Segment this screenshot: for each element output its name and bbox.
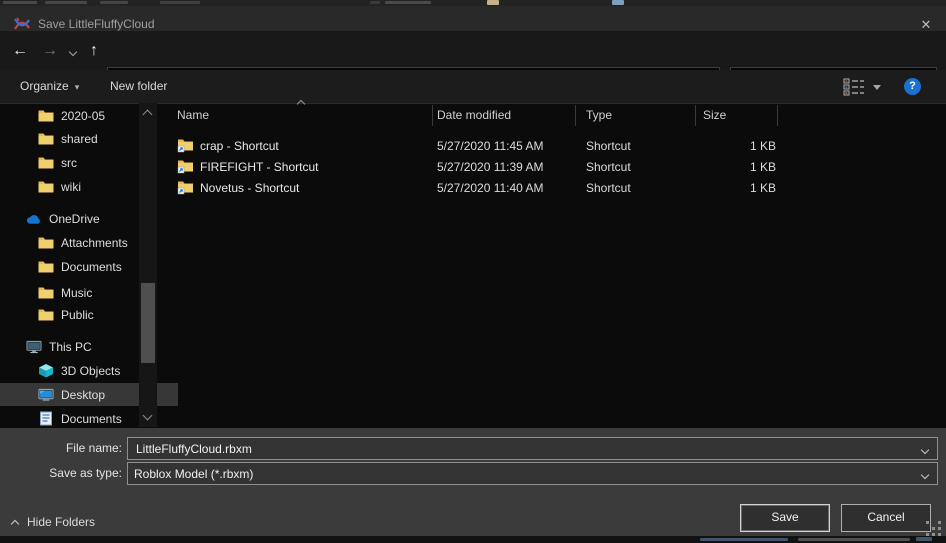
folder-icon xyxy=(38,285,54,301)
background-window-bottom-sliver xyxy=(0,536,946,543)
file-list-header: Name Date modified Type Size xyxy=(160,103,946,128)
file-row[interactable]: FIREFIGHT - Shortcut 5/27/2020 11:39 AM Sh… xyxy=(160,156,946,177)
file-size-cell: 1 KB xyxy=(702,160,776,174)
file-name-cell: crap - Shortcut xyxy=(200,139,279,153)
column-header-date-modified[interactable]: Date modified xyxy=(437,103,511,128)
file-name-input[interactable] xyxy=(134,441,913,457)
file-date-cell: 5/27/2020 11:39 AM xyxy=(437,160,544,174)
sidebar-item-label: wiki xyxy=(61,180,81,194)
column-header-name[interactable]: Name xyxy=(177,103,209,128)
sidebar-item-label: 3D Objects xyxy=(61,364,120,378)
sidebar-item-label: 2020-05 xyxy=(61,109,105,123)
3d-objects-icon xyxy=(38,363,54,379)
hide-folders-button[interactable]: Hide Folders xyxy=(12,511,95,533)
file-type-cell: Shortcut xyxy=(586,181,631,195)
new-folder-button[interactable]: New folder xyxy=(110,70,167,102)
shortcut-folder-icon xyxy=(177,159,194,174)
sidebar-item-label: Documents xyxy=(61,260,122,274)
up-icon[interactable]: ↑ xyxy=(82,31,106,70)
folder-icon xyxy=(38,131,54,147)
sidebar-item-label: shared xyxy=(61,132,98,146)
file-date-cell: 5/27/2020 11:40 AM xyxy=(437,181,544,195)
file-name-cell: FIREFIGHT - Shortcut xyxy=(200,160,318,174)
scroll-up-icon[interactable] xyxy=(143,110,153,120)
sidebar-item-label: Music xyxy=(61,286,92,300)
file-name-combobox[interactable] xyxy=(127,437,938,460)
folder-icon xyxy=(38,108,54,124)
cancel-button[interactable]: Cancel xyxy=(841,504,931,532)
save-as-type-value: Roblox Model (*.rbxm) xyxy=(134,467,913,481)
help-button[interactable]: ? xyxy=(904,78,921,95)
chevron-down-icon[interactable] xyxy=(913,440,937,458)
folder-icon xyxy=(38,235,54,251)
documents-icon xyxy=(38,411,54,427)
column-header-size[interactable]: Size xyxy=(703,103,726,128)
chevron-up-icon xyxy=(11,519,19,527)
file-size-cell: 1 KB xyxy=(702,139,776,153)
folder-icon xyxy=(38,179,54,195)
file-type-cell: Shortcut xyxy=(586,139,631,153)
sidebar-item-label: Public xyxy=(61,308,94,322)
column-header-type[interactable]: Type xyxy=(586,103,612,128)
back-icon[interactable]: ← xyxy=(6,31,34,70)
dialog-titlebar: Save LittleFluffyCloud ✕ xyxy=(0,6,946,31)
folder-icon xyxy=(38,259,54,275)
save-button[interactable]: Save xyxy=(740,504,830,532)
recent-locations-chevron-icon[interactable] xyxy=(64,31,82,70)
file-name-label: File name: xyxy=(0,441,122,455)
sidebar-item-label: Documents xyxy=(61,412,122,426)
this-pc-icon xyxy=(26,339,42,355)
onedrive-icon xyxy=(26,211,42,227)
sidebar-item-label: Attachments xyxy=(61,236,128,250)
save-as-type-label: Save as type: xyxy=(0,466,122,480)
save-as-type-combobox[interactable]: Roblox Model (*.rbxm) xyxy=(127,462,938,485)
desktop-icon xyxy=(38,387,54,403)
file-row[interactable]: Novetus - Shortcut 5/27/2020 11:40 AM Shor… xyxy=(160,177,946,198)
folder-tree-sidebar: 2020-05 shared src wiki OneDrive Attachments D… xyxy=(0,103,160,427)
file-date-cell: 5/27/2020 11:45 AM xyxy=(437,139,544,153)
organize-button[interactable]: Organize▾ xyxy=(20,70,79,102)
scrollbar-thumb[interactable] xyxy=(141,283,155,363)
sidebar-scrollbar[interactable] xyxy=(139,103,157,427)
file-type-cell: Shortcut xyxy=(586,160,631,174)
resize-grip[interactable] xyxy=(926,521,942,537)
change-view-button[interactable] xyxy=(843,78,883,96)
sidebar-item-label: This PC xyxy=(49,340,92,354)
file-name-cell: Novetus - Shortcut xyxy=(200,181,299,195)
shortcut-folder-icon xyxy=(177,138,194,153)
sidebar-item-label: Desktop xyxy=(61,388,105,402)
chevron-down-icon[interactable] xyxy=(913,465,937,483)
details-view-icon xyxy=(843,78,883,96)
sidebar-item-label: OneDrive xyxy=(49,212,100,226)
command-toolbar: Organize▾ New folder ? xyxy=(0,70,946,104)
file-row[interactable]: crap - Shortcut 5/27/2020 11:45 AM Shortcu… xyxy=(160,135,946,156)
folder-icon xyxy=(38,307,54,323)
organize-caret-icon: ▾ xyxy=(75,82,80,92)
navigation-bar: ← → ↑ This PC Desktop ↻ xyxy=(0,31,946,70)
forward-icon[interactable]: → xyxy=(36,31,64,70)
file-size-cell: 1 KB xyxy=(702,181,776,195)
shortcut-folder-icon xyxy=(177,180,194,195)
sidebar-item-label: src xyxy=(61,156,77,170)
scroll-down-icon[interactable] xyxy=(143,411,153,421)
folder-icon xyxy=(38,155,54,171)
